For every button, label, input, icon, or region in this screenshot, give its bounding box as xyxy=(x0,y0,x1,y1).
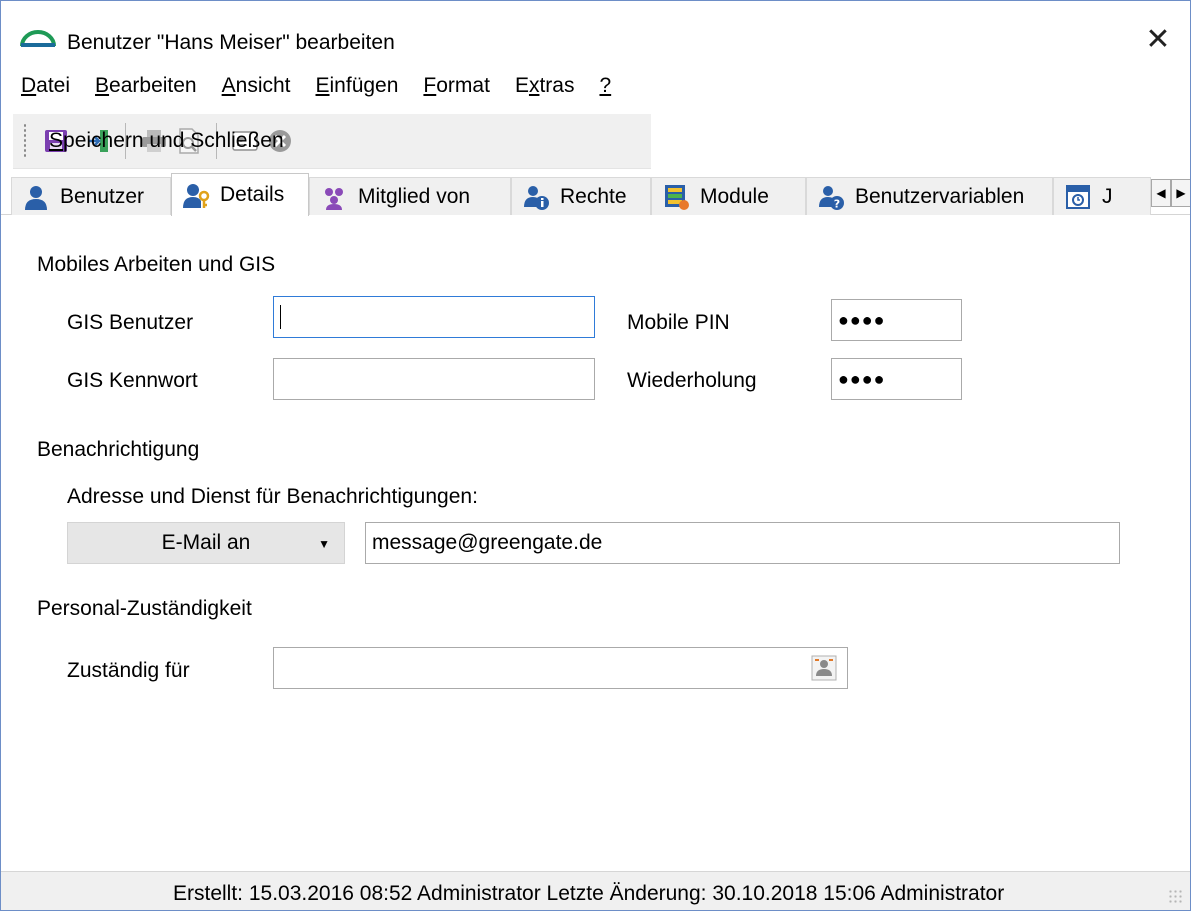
user-key-icon xyxy=(183,184,210,208)
text-caret xyxy=(280,305,281,329)
tab-benutzervariablen[interactable]: ? Benutzervariablen xyxy=(806,177,1053,215)
tab-rechte[interactable]: Rechte xyxy=(511,177,651,215)
tab-mitglied-von[interactable]: Mitglied von xyxy=(309,177,511,215)
section-notify-heading: Benachrichtigung xyxy=(37,438,200,461)
menu-format[interactable]: Format xyxy=(423,74,490,98)
user-rights-icon xyxy=(524,185,549,210)
tab-scroll-arrows: ◀ ▶ xyxy=(1151,179,1190,207)
save-and-close-button[interactable]: Speichern und Schließen xyxy=(39,121,284,161)
responsible-for-label: Zuständig für xyxy=(67,659,190,682)
gis-password-input[interactable] xyxy=(273,358,595,400)
tab-details[interactable]: Details xyxy=(171,173,309,216)
resize-grip[interactable] xyxy=(1168,889,1184,905)
svg-text:?: ? xyxy=(834,197,840,210)
menu-help[interactable]: ? xyxy=(599,74,611,98)
menu-einfuegen[interactable]: Einfügen xyxy=(316,74,399,98)
chevron-down-icon: ▼ xyxy=(318,537,330,551)
schedule-icon xyxy=(1066,184,1090,209)
toolbar: Speichern und Schließen xyxy=(13,114,651,169)
app-logo-icon xyxy=(20,30,56,47)
toolbar-grip[interactable] xyxy=(23,123,27,159)
user-icon xyxy=(25,185,47,210)
group-icon xyxy=(325,187,343,210)
gis-user-label: GIS Benutzer xyxy=(67,311,194,334)
arrow-right-icon: ▶ xyxy=(1176,186,1186,200)
tab-scroll-left-button[interactable]: ◀ xyxy=(1151,179,1171,207)
status-bar: Erstellt: 15.03.2016 08:52 Administrator… xyxy=(1,871,1190,910)
window-title: Benutzer "Hans Meiser" bearbeiten xyxy=(67,31,395,54)
menu-bearbeiten[interactable]: Bearbeiten xyxy=(95,74,197,98)
menu-extras[interactable]: Extras xyxy=(515,74,575,98)
section-mobile-heading: Mobiles Arbeiten und GIS xyxy=(37,253,276,276)
notify-address-input[interactable]: message@greengate.de xyxy=(365,522,1120,564)
mobile-pin-input[interactable]: ●●●● xyxy=(831,299,962,341)
tab-j[interactable]: J xyxy=(1053,177,1151,215)
mobile-pin-label: Mobile PIN xyxy=(627,311,730,334)
menu-ansicht[interactable]: Ansicht xyxy=(222,74,291,98)
section-staff-heading: Personal-Zuständigkeit xyxy=(37,597,252,620)
notify-hint-label: Adresse und Dienst für Benachrichtigunge… xyxy=(67,485,478,508)
notify-service-select[interactable]: E-Mail an ▼ xyxy=(67,522,345,564)
status-text: Erstellt: 15.03.2016 08:52 Administrator… xyxy=(173,882,1005,905)
title-bar: Benutzer "Hans Meiser" bearbeiten ✕ xyxy=(1,1,1190,61)
pin-repeat-label: Wiederholung xyxy=(627,369,757,392)
pin-repeat-input[interactable]: ●●●● xyxy=(831,358,962,400)
modules-icon xyxy=(665,184,689,210)
arrow-left-icon: ◀ xyxy=(1156,186,1166,200)
tab-benutzer[interactable]: Benutzer xyxy=(11,177,171,215)
gis-password-label: GIS Kennwort xyxy=(67,369,198,392)
tab-strip: Benutzer Details Mitglied von Rechte Mod… xyxy=(1,173,1190,216)
menu-bar: Datei Bearbeiten Ansicht Einfügen Format… xyxy=(1,63,1190,109)
close-icon: ✕ xyxy=(1145,22,1171,56)
close-button[interactable]: ✕ xyxy=(1133,19,1183,59)
user-variables-icon: ? xyxy=(819,185,844,210)
person-picker-icon[interactable] xyxy=(811,655,837,681)
edit-user-window: Benutzer "Hans Meiser" bearbeiten ✕ Date… xyxy=(0,0,1191,911)
menu-datei[interactable]: Datei xyxy=(21,74,70,98)
responsible-for-input[interactable] xyxy=(273,647,848,689)
gis-user-input[interactable] xyxy=(273,296,595,338)
tab-scroll-right-button[interactable]: ▶ xyxy=(1171,179,1190,207)
tab-module[interactable]: Module xyxy=(651,177,806,215)
